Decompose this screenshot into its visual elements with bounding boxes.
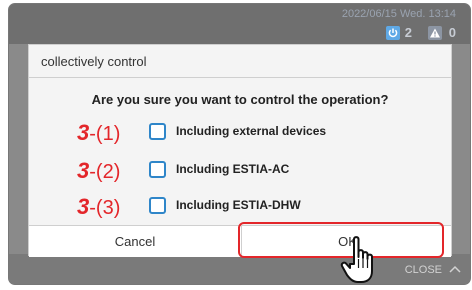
alert-count: 0 [448, 25, 456, 40]
dialog-question: Are you sure you want to control the ope… [91, 92, 389, 107]
power-count: 2 [404, 25, 412, 40]
external-devices-checkbox[interactable] [149, 123, 166, 140]
bottom-bar: CLOSE [9, 254, 470, 284]
close-button[interactable]: CLOSE [405, 264, 442, 276]
warning-icon[interactable] [428, 26, 442, 40]
chevron-up-icon[interactable] [448, 261, 462, 279]
power-icon[interactable] [386, 26, 400, 40]
option-label: Including ESTIA-DHW [176, 198, 301, 212]
hand-pointer-icon [340, 235, 380, 290]
divider [29, 77, 451, 78]
estia-ac-checkbox[interactable] [149, 161, 166, 178]
option-label: Including ESTIA-AC [176, 162, 290, 176]
estia-dhw-checkbox[interactable] [149, 197, 166, 214]
step-marker: 3-(1) [77, 120, 121, 146]
status-bar: 2022/06/15 Wed. 13:14 2 0 [9, 4, 470, 44]
datetime-label: 2022/06/15 Wed. 13:14 [341, 8, 456, 20]
dialog-title: collectively control [41, 54, 147, 69]
option-label: Including external devices [176, 124, 327, 138]
step-marker: 3-(2) [77, 158, 121, 184]
step-marker: 3-(3) [77, 194, 121, 220]
cancel-button[interactable]: Cancel [29, 226, 241, 257]
